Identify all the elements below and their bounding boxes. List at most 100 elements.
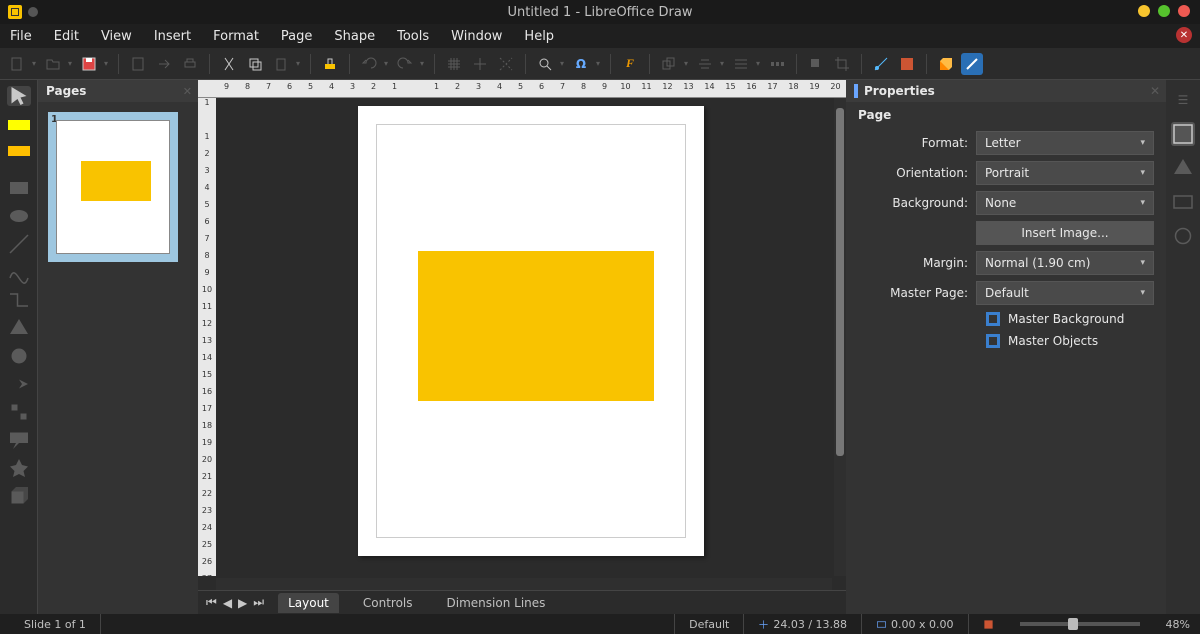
vertical-scrollbar[interactable] — [834, 98, 846, 576]
tab-dimension-lines[interactable]: Dimension Lines — [437, 593, 556, 613]
export-pdf-button[interactable] — [127, 53, 149, 75]
menu-edit[interactable]: Edit — [54, 29, 79, 44]
sidebar-tab-properties[interactable] — [1171, 122, 1195, 146]
orientation-select[interactable]: Portrait▾ — [976, 161, 1154, 185]
menu-file[interactable]: File — [10, 29, 32, 44]
align-objects-button[interactable] — [694, 53, 716, 75]
zoom-slider-knob[interactable] — [1068, 618, 1078, 630]
star-tool[interactable] — [7, 458, 31, 478]
horizontal-scrollbar[interactable] — [216, 578, 832, 590]
menu-window[interactable]: Window — [451, 29, 502, 44]
3d-tool[interactable] — [7, 486, 31, 506]
close-window-button[interactable] — [1178, 5, 1190, 17]
format-select[interactable]: Letter▾ — [976, 131, 1154, 155]
align-dropdown[interactable]: ▾ — [718, 59, 726, 68]
first-page-button[interactable]: ⏮ — [206, 595, 217, 610]
position-dropdown[interactable]: ▾ — [682, 59, 690, 68]
distribute-button[interactable] — [766, 53, 788, 75]
toggle-extrusion-button[interactable] — [935, 53, 957, 75]
toggle-point-edit-button[interactable] — [870, 53, 892, 75]
properties-close[interactable]: ✕ — [1150, 84, 1160, 98]
open-button[interactable] — [42, 53, 64, 75]
master-page-select[interactable]: Default▾ — [976, 281, 1154, 305]
gluepoints-button[interactable] — [896, 53, 918, 75]
undo-dropdown[interactable]: ▾ — [382, 59, 390, 68]
shadow-button[interactable] — [805, 53, 827, 75]
redo-button[interactable] — [394, 53, 416, 75]
menu-format[interactable]: Format — [213, 29, 259, 44]
grid-button[interactable] — [443, 53, 465, 75]
line-tool[interactable] — [7, 234, 31, 254]
sidebar-tab-shapes[interactable] — [1171, 156, 1195, 180]
special-char-button[interactable]: Ω — [570, 53, 592, 75]
fill-color-swatch[interactable] — [8, 146, 30, 156]
zoom-slider[interactable] — [1020, 622, 1140, 626]
save-button[interactable] — [78, 53, 100, 75]
vertical-ruler[interactable]: 1123456789101112131415161718192021222324… — [198, 98, 216, 576]
redo-dropdown[interactable]: ▾ — [418, 59, 426, 68]
line-color-swatch[interactable] — [8, 120, 30, 130]
open-dropdown[interactable]: ▾ — [66, 59, 74, 68]
copy-button[interactable] — [244, 53, 266, 75]
rectangle-tool[interactable] — [7, 178, 31, 198]
cut-button[interactable] — [218, 53, 240, 75]
connector-tool[interactable] — [7, 290, 31, 310]
callout-tool[interactable] — [7, 430, 31, 450]
arrange-dropdown[interactable]: ▾ — [754, 59, 762, 68]
status-zoom[interactable]: 48% — [1152, 614, 1190, 634]
status-save-indicator[interactable] — [969, 614, 1008, 634]
pages-panel-close[interactable]: ✕ — [183, 85, 192, 98]
tab-layout[interactable]: Layout — [278, 593, 339, 613]
special-char-dropdown[interactable]: ▾ — [594, 59, 602, 68]
menu-shape[interactable]: Shape — [334, 29, 375, 44]
tab-controls[interactable]: Controls — [353, 593, 423, 613]
symbol-shapes-tool[interactable] — [7, 346, 31, 366]
background-select[interactable]: None▾ — [976, 191, 1154, 215]
snap-guides-button[interactable] — [469, 53, 491, 75]
menu-view[interactable]: View — [101, 29, 132, 44]
menu-tools[interactable]: Tools — [397, 29, 429, 44]
master-background-checkbox[interactable] — [986, 312, 1000, 326]
fontwork-button[interactable]: F — [619, 53, 641, 75]
arrange-button[interactable] — [730, 53, 752, 75]
clone-format-button[interactable] — [319, 53, 341, 75]
menu-page[interactable]: Page — [281, 29, 312, 44]
print-button[interactable] — [179, 53, 201, 75]
curve-tool[interactable] — [7, 262, 31, 282]
canvas-viewport[interactable] — [216, 98, 846, 576]
undo-button[interactable] — [358, 53, 380, 75]
sidebar-tab-navigator[interactable] — [1171, 224, 1195, 248]
menu-help[interactable]: Help — [524, 29, 554, 44]
save-dropdown[interactable]: ▾ — [102, 59, 110, 68]
helplines-button[interactable] — [495, 53, 517, 75]
paste-button[interactable] — [270, 53, 292, 75]
next-page-button[interactable]: ▶ — [238, 596, 247, 610]
page-thumbnail-1[interactable]: 1 — [48, 112, 178, 262]
zoom-dropdown[interactable]: ▾ — [558, 59, 566, 68]
horizontal-ruler[interactable]: 9876543211234567891011121314151617181920… — [198, 80, 846, 98]
maximize-button[interactable] — [1158, 5, 1170, 17]
rectangle-shape[interactable] — [418, 251, 654, 401]
minimize-button[interactable] — [1138, 5, 1150, 17]
last-page-button[interactable]: ⏭ — [253, 595, 264, 610]
basic-shapes-tool[interactable] — [7, 318, 31, 338]
export-button[interactable] — [153, 53, 175, 75]
draw-functions-button[interactable] — [961, 53, 983, 75]
prev-page-button[interactable]: ◀ — [223, 596, 232, 610]
position-size-button[interactable] — [658, 53, 680, 75]
ellipse-tool[interactable] — [7, 206, 31, 226]
paste-dropdown[interactable]: ▾ — [294, 59, 302, 68]
arrow-shapes-tool[interactable] — [7, 374, 31, 394]
insert-image-button[interactable]: Insert Image... — [976, 221, 1154, 245]
crop-button[interactable] — [831, 53, 853, 75]
menu-insert[interactable]: Insert — [154, 29, 191, 44]
sidebar-tab-gallery[interactable] — [1171, 190, 1195, 214]
sidebar-settings-button[interactable]: ☰ — [1171, 88, 1195, 112]
document-close-button[interactable]: ✕ — [1176, 27, 1192, 43]
select-tool[interactable] — [7, 86, 31, 106]
new-doc-dropdown[interactable]: ▾ — [30, 59, 38, 68]
flowchart-tool[interactable] — [7, 402, 31, 422]
drawing-page[interactable] — [358, 106, 704, 556]
master-objects-checkbox[interactable] — [986, 334, 1000, 348]
zoom-button[interactable] — [534, 53, 556, 75]
